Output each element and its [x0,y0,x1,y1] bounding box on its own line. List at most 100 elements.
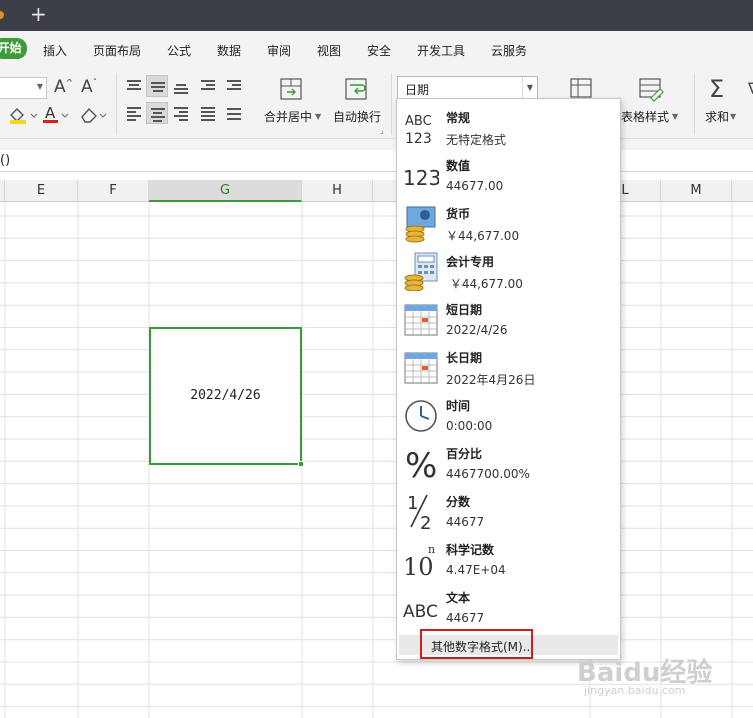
font-decrease-label: A [81,77,93,97]
merge-dropdown-chevron-icon[interactable]: ▼ [315,112,321,121]
clock-icon [405,400,437,432]
format-option-name: 科学记数 [446,543,495,557]
align-center-button[interactable] [146,102,168,124]
svg-text:A: A [45,104,56,122]
increase-indent-button[interactable] [223,75,245,97]
column-header-h[interactable]: H [302,180,373,202]
column-header-g[interactable]: G [149,180,302,202]
selected-cell-g[interactable]: 2022/4/26 [149,327,304,467]
column-header-n[interactable] [732,180,753,202]
fraction-icon: 1 2 [407,493,431,531]
chevron-down-icon: ▼ [36,82,43,91]
dialog-launcher-icon[interactable]: ⌟ [380,126,384,135]
merge-center-button[interactable]: 合并居中 [264,108,312,125]
format-option-scientific[interactable]: 10 n 科学记数 4.47E+04 [397,535,620,583]
decrease-indent-button[interactable] [197,75,219,97]
number-format-dropdown: ABC 123 常规 无特定格式 123 数值 44677.00 货币 ￥44,… [396,98,621,660]
menu-tab-review[interactable]: 审阅 [267,42,291,59]
format-option-accounting[interactable]: 会计专用 ￥44,677.00 [397,247,620,295]
format-option-time[interactable]: 时间 0:00:00 [397,391,620,439]
table-style-button[interactable]: 表格样式 [621,108,669,125]
format-option-percent[interactable]: % 百分比 4467700.00% [397,439,620,487]
format-option-example: 2022/4/26 [446,323,508,337]
format-option-text[interactable]: ABC 文本 44677 [397,583,620,631]
distributed-align-button[interactable] [223,102,245,124]
align-top-button[interactable] [123,75,145,97]
menu-tab-start[interactable]: 开始 [0,38,27,59]
svg-text:123: 123 [403,166,439,190]
svg-text:ABC: ABC [403,602,438,622]
format-option-example: ￥44,677.00 [446,229,520,243]
format-option-name: 时间 [446,399,471,413]
svg-text:%: % [405,446,437,483]
format-option-example: 44677 [446,611,485,625]
menu-tab-cloud[interactable]: 云服务 [491,42,527,59]
menu-tab-developer[interactable]: 开发工具 [417,42,465,59]
font-increase-label: A [54,77,66,97]
sum-button[interactable]: 求和 [705,108,729,125]
svg-text:ABC: ABC [405,114,432,129]
svg-text:2: 2 [420,513,431,531]
column-header-m[interactable]: M [661,180,732,202]
wrap-text-button[interactable]: 自动换行 [333,108,381,125]
menu-tab-security[interactable]: 安全 [367,42,391,59]
column-header-f[interactable]: F [78,180,149,202]
fill-color-icon[interactable] [8,105,38,125]
format-option-short-date[interactable]: 短日期 2022/4/26 [397,295,620,343]
format-option-long-date[interactable]: 长日期 2022年4月26日 [397,343,620,391]
font-color-icon[interactable]: A [42,104,70,126]
align-right-button[interactable] [170,102,192,124]
menu-tab-view[interactable]: 视图 [317,42,341,59]
format-option-example: 0:00:00 [446,419,493,433]
menu-tab-page-layout[interactable]: 页面布局 [93,42,141,59]
chevron-down-icon[interactable]: ▼ [522,77,537,98]
align-middle-button[interactable] [146,75,168,97]
title-bar: + [0,0,753,31]
font-size-select[interactable]: ▼ [0,77,47,99]
new-tab-button[interactable]: + [30,2,47,26]
format-option-number[interactable]: 123 数值 44677.00 [397,151,620,199]
menu-tab-insert[interactable]: 插入 [43,42,67,59]
number-format-value: 日期 [405,83,430,97]
align-bottom-button[interactable] [170,75,192,97]
format-option-general[interactable]: ABC 123 常规 无特定格式 [397,103,620,151]
format-option-fraction[interactable]: 1 2 分数 44677 [397,487,620,535]
calendar-icon [404,352,438,384]
number-format-select[interactable]: 日期 ▼ [397,76,538,99]
text-abc-icon: ABC [403,602,438,622]
svg-text:n: n [428,543,435,556]
column-header-e[interactable]: E [5,180,78,202]
format-option-example: 4.47E+04 [446,563,506,577]
ribbon-separator [116,73,117,135]
font-increase-button[interactable]: A^ [54,77,73,97]
table-style-chevron-icon[interactable]: ▼ [672,112,678,121]
abc-123-icon: ABC 123 [405,114,432,147]
formula-bar[interactable]: () [0,150,753,172]
filter-icon[interactable]: ∇ [748,79,753,98]
format-option-name: 会计专用 [446,255,495,269]
menu-tab-formulas[interactable]: 公式 [167,42,191,59]
align-left-button[interactable] [123,102,145,124]
wrap-text-icon [345,78,367,100]
clear-format-icon[interactable] [78,104,108,126]
svg-text:1: 1 [407,493,418,514]
fill-handle[interactable] [298,461,304,467]
format-option-name: 常规 [446,111,471,125]
font-decrease-button[interactable]: Aˇ [81,77,97,97]
table-style-icon [639,78,664,102]
sum-icon: Σ [709,75,725,103]
grid-lines [0,202,753,718]
menu-tab-data[interactable]: 数据 [217,42,241,59]
justify-button[interactable] [197,102,219,124]
svg-text:123: 123 [405,131,432,147]
sum-chevron-icon[interactable]: ▼ [730,112,736,121]
format-option-name: 长日期 [446,351,483,365]
cell-value: 2022/4/26 [190,388,261,403]
ribbon-separator [391,73,392,135]
ribbon-separator [694,73,695,135]
app-logo-icon [0,11,4,19]
format-option-currency[interactable]: 货币 ￥44,677.00 [397,199,620,247]
spreadsheet-grid[interactable] [0,202,753,718]
watermark-url: jingyan.baidu.com [584,684,686,697]
format-option-name: 分数 [446,495,471,509]
